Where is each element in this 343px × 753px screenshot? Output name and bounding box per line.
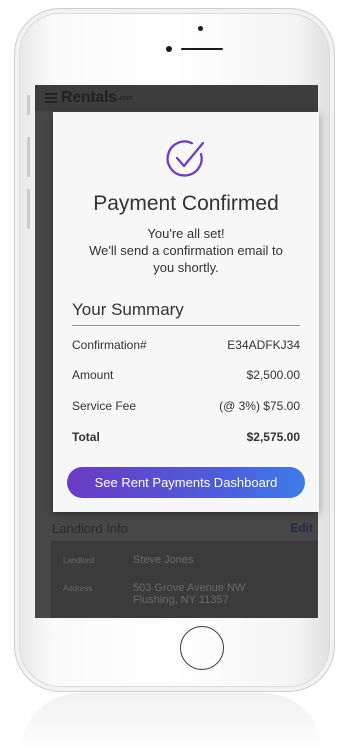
message-line: you shortly.: [153, 260, 219, 275]
message-line: You're all set!: [147, 226, 225, 241]
landlord-edit-link[interactable]: Edit: [290, 521, 313, 535]
mute-switch: [27, 95, 30, 115]
see-rent-payments-dashboard-button[interactable]: See Rent Payments Dashboard: [67, 467, 305, 498]
summary-value: $2,575.00: [246, 430, 300, 444]
landlord-label: Landlord: [63, 556, 95, 565]
address-line1: 503 Grove Avenue NW: [133, 582, 246, 594]
message-line: We'll send a confirmation email to: [89, 243, 283, 258]
summary-row-confirmation: Confirmation# E34ADFKJ34: [72, 335, 300, 355]
summary-divider: [72, 325, 300, 326]
landlord-value: Steve Jones: [133, 554, 194, 566]
summary-value: E34ADFKJ34: [227, 338, 300, 352]
phone-reflection: [20, 693, 323, 753]
summary-label: Total: [72, 430, 100, 444]
summary-value: (@ 3%) $75.00: [219, 399, 300, 413]
summary-title: Your Summary: [72, 300, 184, 319]
address-label: Address: [63, 584, 93, 593]
app-logo[interactable]: Rentals: [61, 89, 117, 107]
payment-confirmation-modal: Payment Confirmed You're all set! We'll …: [53, 112, 319, 512]
summary-row-total: Total $2,575.00: [72, 427, 300, 447]
volume-down-button: [27, 189, 30, 229]
confirmation-message: You're all set! We'll send a confirmatio…: [61, 225, 311, 276]
home-button[interactable]: [180, 626, 224, 670]
app-header: Rentals .com: [35, 85, 318, 111]
proximity-sensor: [198, 26, 203, 31]
modal-title: Payment Confirmed: [93, 192, 279, 215]
summary-label: Service Fee: [72, 399, 137, 413]
hamburger-icon[interactable]: [45, 93, 57, 103]
address-line2: Flushing, NY 11357: [133, 594, 229, 606]
summary-value: $2,500.00: [246, 368, 300, 382]
summary-row-service-fee: Service Fee (@ 3%) $75.00: [72, 396, 300, 416]
summary-label: Amount: [72, 368, 114, 382]
front-camera: [166, 46, 172, 52]
landlord-card: Landlord Steve Jones Address 503 Grove A…: [51, 541, 317, 618]
summary-row-amount: Amount $2,500.00: [72, 365, 300, 385]
landlord-section-title: Landlord Info: [52, 521, 128, 536]
volume-up-button: [27, 137, 30, 177]
app-logo-suffix: .com: [117, 94, 133, 102]
summary-label: Confirmation#: [72, 338, 147, 352]
check-circle-icon: [166, 140, 205, 177]
earpiece-speaker: [181, 48, 223, 50]
